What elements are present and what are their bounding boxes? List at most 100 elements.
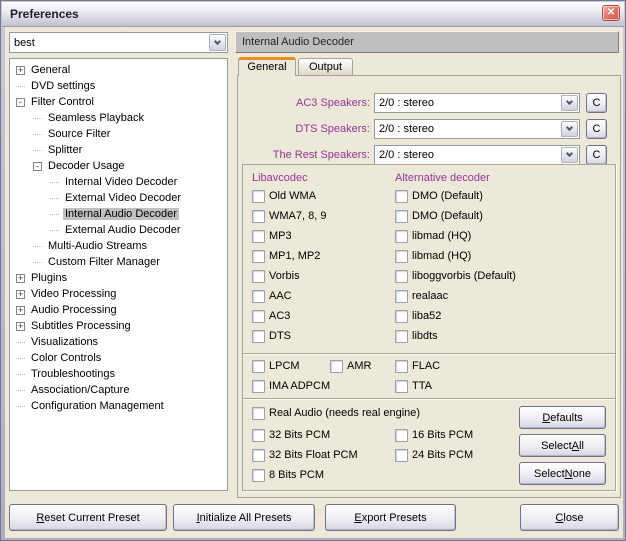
tree-item-association-capture[interactable]: Association/Capture <box>14 382 227 398</box>
close-button[interactable]: Close <box>520 504 619 531</box>
preferences-window: Preferences ✕ best +General DVD settings… <box>0 0 626 541</box>
dts-speakers-combobox[interactable]: 2/0 : stereo <box>374 119 580 139</box>
checkbox-row-amr: AMR <box>330 356 371 376</box>
ac3-checkbox[interactable] <box>252 310 265 323</box>
tree-item-subtitles-processing[interactable]: +Subtitles Processing <box>14 318 227 334</box>
expand-plus-icon[interactable]: + <box>16 290 25 299</box>
expand-plus-icon[interactable]: + <box>16 306 25 315</box>
close-icon[interactable]: ✕ <box>602 5 620 21</box>
checkbox-row-realaac: realaac <box>395 286 610 306</box>
libavcodec-column: Old WMA WMA7, 8, 9 MP3 MP1, MP2 Vorbis A… <box>252 186 392 346</box>
title-bar: Preferences <box>2 2 624 27</box>
old-wma-checkbox[interactable] <box>252 190 265 203</box>
pcm32float-checkbox[interactable] <box>252 449 265 462</box>
libmad2-checkbox[interactable] <box>395 250 408 263</box>
realaac-checkbox[interactable] <box>395 290 408 303</box>
pcm32-checkbox[interactable] <box>252 429 265 442</box>
aac-checkbox[interactable] <box>252 290 265 303</box>
tab-general[interactable]: General <box>238 57 296 76</box>
tree-item-visualizations[interactable]: Visualizations <box>14 334 227 350</box>
checkbox-row-24bits-pcm: 24 Bits PCM <box>395 445 473 465</box>
checkbox-row-32bits-pcm: 32 Bits PCM <box>252 425 330 445</box>
pcm24-checkbox[interactable] <box>395 449 408 462</box>
tree-item-audio-processing[interactable]: +Audio Processing <box>14 302 227 318</box>
checkbox-row-ac3: AC3 <box>252 306 392 326</box>
dts-checkbox[interactable] <box>252 330 265 343</box>
ac3-config-button[interactable]: C <box>586 93 607 113</box>
initialize-all-presets-button[interactable]: Initialize All Presets <box>173 504 315 531</box>
checkbox-row-dts: DTS <box>252 326 392 346</box>
amr-checkbox[interactable] <box>330 360 343 373</box>
dropdown-button[interactable] <box>561 121 578 137</box>
ac3-speakers-combobox[interactable]: 2/0 : stereo <box>374 93 580 113</box>
tree-item-internal-video-decoder[interactable]: Internal Video Decoder <box>14 174 227 190</box>
tree-item-external-audio-decoder[interactable]: External Audio Decoder <box>14 222 227 238</box>
tree-connector <box>16 342 25 343</box>
tree-item-plugins[interactable]: +Plugins <box>14 270 227 286</box>
mp3-checkbox[interactable] <box>252 230 265 243</box>
dts-config-button[interactable]: C <box>586 119 607 139</box>
checkbox-row-dmo-1: DMO (Default) <box>395 186 610 206</box>
tab-output[interactable]: Output <box>298 58 353 75</box>
checkbox-row-16bits-pcm: 16 Bits PCM <box>395 425 473 445</box>
tree-item-troubleshootings[interactable]: Troubleshootings <box>14 366 227 382</box>
expand-plus-icon[interactable]: + <box>16 322 25 331</box>
rest-config-button[interactable]: C <box>586 145 607 165</box>
checkbox-row-mp1-mp2: MP1, MP2 <box>252 246 392 266</box>
checkbox-row-dmo-2: DMO (Default) <box>395 206 610 226</box>
export-presets-button[interactable]: Export Presets <box>325 504 456 531</box>
mp1-mp2-checkbox[interactable] <box>252 250 265 263</box>
tree-item-source-filter[interactable]: Source Filter <box>14 126 227 142</box>
tree-item-color-controls[interactable]: Color Controls <box>14 350 227 366</box>
tree-item-decoder-usage[interactable]: -Decoder Usage <box>14 158 227 174</box>
defaults-button[interactable]: Defaults <box>519 406 606 429</box>
alternative-decoder-column: DMO (Default) DMO (Default) libmad (HQ) … <box>395 186 610 346</box>
tree-item-external-video-decoder[interactable]: External Video Decoder <box>14 190 227 206</box>
liba52-checkbox[interactable] <box>395 310 408 323</box>
ima-adpcm-checkbox[interactable] <box>252 380 265 393</box>
tta-checkbox[interactable] <box>395 380 408 393</box>
tree-item-internal-audio-decoder[interactable]: Internal Audio Decoder <box>14 206 227 222</box>
codec-groupbox: Libavcodec Alternative decoder Old WMA W… <box>242 164 616 491</box>
collapse-minus-icon[interactable]: - <box>33 162 42 171</box>
checkbox-row-mp3: MP3 <box>252 226 392 246</box>
collapse-minus-icon[interactable]: - <box>16 98 25 107</box>
chevron-down-icon <box>566 98 573 105</box>
wma789-checkbox[interactable] <box>252 210 265 223</box>
libdts-checkbox[interactable] <box>395 330 408 343</box>
tree-item-seamless-playback[interactable]: Seamless Playback <box>14 110 227 126</box>
flac-checkbox[interactable] <box>395 360 408 373</box>
tree-item-splitter[interactable]: Splitter <box>14 142 227 158</box>
expand-plus-icon[interactable]: + <box>16 66 25 75</box>
dropdown-button[interactable] <box>561 95 578 111</box>
tree-item-dvd-settings[interactable]: DVD settings <box>14 78 227 94</box>
rest-speakers-combobox[interactable]: 2/0 : stereo <box>374 145 580 165</box>
dropdown-button[interactable] <box>561 147 578 163</box>
expand-plus-icon[interactable]: + <box>16 274 25 283</box>
preset-dropdown-button[interactable] <box>209 34 226 51</box>
vorbis-checkbox[interactable] <box>252 270 265 283</box>
select-none-button[interactable]: Select None <box>519 462 606 485</box>
checkbox-row-tta: TTA <box>395 376 432 396</box>
tree-connector <box>16 406 25 407</box>
real-audio-checkbox[interactable] <box>252 407 265 420</box>
tree-item-general[interactable]: +General <box>14 62 227 78</box>
dmo2-checkbox[interactable] <box>395 210 408 223</box>
libmad1-checkbox[interactable] <box>395 230 408 243</box>
select-all-button[interactable]: Select All <box>519 434 606 457</box>
tree-connector <box>16 374 25 375</box>
preset-combobox[interactable]: best <box>9 32 228 53</box>
dmo1-checkbox[interactable] <box>395 190 408 203</box>
reset-current-preset-button[interactable]: Reset Current Preset <box>9 504 167 531</box>
liboggvorbis-checkbox[interactable] <box>395 270 408 283</box>
tree-item-video-processing[interactable]: +Video Processing <box>14 286 227 302</box>
tree-item-configuration-management[interactable]: Configuration Management <box>14 398 227 414</box>
checkbox-row-32bits-float-pcm: 32 Bits Float PCM <box>252 445 358 465</box>
pcm16-checkbox[interactable] <box>395 429 408 442</box>
lpcm-checkbox[interactable] <box>252 360 265 373</box>
tree-item-filter-control[interactable]: -Filter Control <box>14 94 227 110</box>
tree-item-multi-audio-streams[interactable]: Multi-Audio Streams <box>14 238 227 254</box>
checkbox-row-liba52: liba52 <box>395 306 610 326</box>
pcm8-checkbox[interactable] <box>252 469 265 482</box>
tree-item-custom-filter-manager[interactable]: Custom Filter Manager <box>14 254 227 270</box>
